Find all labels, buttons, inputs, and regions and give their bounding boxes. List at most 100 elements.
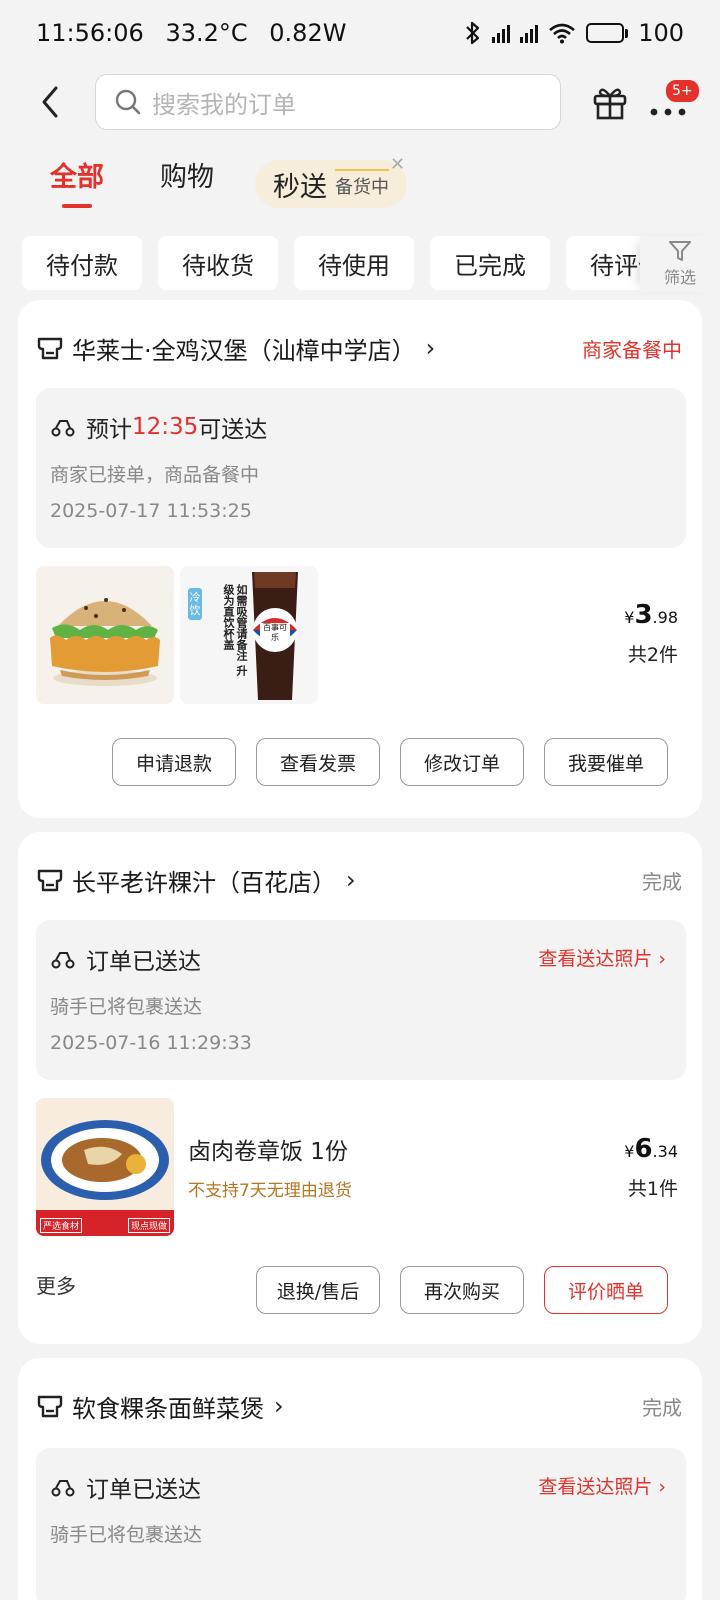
status-power: 0.82W xyxy=(269,19,347,47)
shop-row[interactable]: 长平老许粿汁（百花店） › 完成 xyxy=(36,862,682,898)
delivery-info: 订单已送达 查看送达照片 › 骑手已将包裹送达 2025-07-16 11:29… xyxy=(36,920,686,1080)
cola-image xyxy=(252,572,298,700)
urge-order-button[interactable]: 我要催单 xyxy=(544,738,668,786)
chip-completed[interactable]: 已完成 xyxy=(430,236,550,290)
order-status: 完成 xyxy=(642,869,682,894)
invoice-button[interactable]: 查看发票 xyxy=(256,738,380,786)
delivered-line: 订单已送达 xyxy=(50,942,201,976)
after-sales-button[interactable]: 退换/售后 xyxy=(256,1266,380,1314)
tab-all[interactable]: 全部 xyxy=(50,160,104,208)
order-card: 软食粿条面鲜菜煲 › 完成 订单已送达 查看送达照片 › 骑手已将包裹送达 xyxy=(18,1358,702,1600)
delivered-line: 订单已送达 xyxy=(50,1470,201,1504)
scooter-icon xyxy=(51,420,75,437)
chip-pending-use[interactable]: 待使用 xyxy=(294,236,414,290)
status-time: 11:56:06 xyxy=(36,19,144,47)
order-tabs: 全部 购物 xyxy=(50,160,270,220)
order-desc: 骑手已将包裹送达 xyxy=(50,996,203,1018)
signal-icon xyxy=(492,23,511,43)
eta-suffix: 可送达 xyxy=(198,417,268,443)
status-temperature: 33.2°C xyxy=(165,19,248,47)
flash-tab-sub: 备货中 xyxy=(335,169,389,199)
chevron-right-icon: › xyxy=(425,334,436,362)
order-status: 商家备餐中 xyxy=(582,337,682,362)
item-count: 共2件 xyxy=(627,644,678,666)
price-symbol: ¥ xyxy=(624,1142,635,1161)
search-icon xyxy=(115,89,141,115)
chevron-right-icon: › xyxy=(346,866,356,894)
photo-link-label: 查看送达照片 xyxy=(538,1476,653,1498)
more-link[interactable]: 更多 xyxy=(36,1270,76,1299)
status-left: 11:56:06 33.2°C 0.82W xyxy=(36,19,360,47)
delivery-photo-link[interactable]: 查看送达照片 › xyxy=(538,1472,666,1499)
price-symbol: ¥ xyxy=(624,608,635,627)
shop-row[interactable]: 华莱士·全鸡汉堡（汕樟中学店） › 商家备餐中 xyxy=(36,330,682,366)
chevron-right-icon: › xyxy=(658,1476,666,1498)
review-button[interactable]: 评价晒单 xyxy=(544,1266,668,1314)
product-image-rice[interactable]: 严选食材 现点现做 xyxy=(36,1098,174,1236)
delivery-photo-link[interactable]: 查看送达照片 › xyxy=(538,944,666,971)
shop-row[interactable]: 软食粿条面鲜菜煲 › 完成 xyxy=(36,1388,682,1424)
eta-time: 12:35 xyxy=(132,414,199,440)
order-price: ¥3.98 xyxy=(624,600,678,630)
flash-tab-label: 秒送 xyxy=(273,171,327,203)
store-icon xyxy=(37,869,63,892)
eta-line: 预计 12:35 可送达 xyxy=(50,410,267,444)
product-image-cola[interactable]: 冷饮 如需吸管请备注 升级为直饮杯盖 百事可乐 xyxy=(180,566,318,704)
price-decimal: .98 xyxy=(652,608,678,627)
chevron-right-icon: › xyxy=(658,948,666,970)
notification-badge: 5+ xyxy=(664,78,701,104)
order-desc: 商家已接单，商品备餐中 xyxy=(50,464,260,486)
tab-flash-delivery[interactable]: 秒送 备货中 ✕ xyxy=(255,154,407,208)
modify-order-button[interactable]: 修改订单 xyxy=(400,738,524,786)
chip-pending-payment[interactable]: 待付款 xyxy=(22,236,142,290)
filter-label: 筛选 xyxy=(663,268,696,287)
filter-button[interactable]: 筛选 xyxy=(640,236,720,292)
order-desc: 骑手已将包裹送达 xyxy=(50,1524,203,1546)
burger-image xyxy=(50,598,160,686)
bluetooth-icon xyxy=(466,21,480,45)
status-bar: 11:56:06 33.2°C 0.82W 100 xyxy=(0,0,720,66)
order-card: 华莱士·全鸡汉堡（汕樟中学店） › 商家备餐中 预计 12:35 可送达 商家已… xyxy=(18,300,702,818)
chevron-right-icon: › xyxy=(274,1392,284,1420)
chip-pending-review[interactable]: 待评价 xyxy=(566,236,642,290)
chip-pending-receipt[interactable]: 待收货 xyxy=(158,236,278,290)
store-icon xyxy=(37,1395,63,1418)
order-timestamp: 2025-07-16 11:29:33 xyxy=(50,1032,252,1054)
item-name[interactable]: 卤肉卷章饭 1份 xyxy=(188,1132,348,1166)
wifi-icon xyxy=(549,23,576,44)
order-card: 长平老许粿汁（百花店） › 完成 订单已送达 查看送达照片 › 骑手已将包裹送达… xyxy=(18,832,702,1344)
refund-button[interactable]: 申请退款 xyxy=(112,738,236,786)
price-integer: 6 xyxy=(634,1134,653,1164)
image-tag-left: 严选食材 xyxy=(40,1218,83,1233)
search-placeholder: 搜索我的订单 xyxy=(152,90,296,119)
product-image-burger[interactable] xyxy=(36,566,174,704)
scooter-icon xyxy=(51,952,75,969)
delivered-text: 订单已送达 xyxy=(86,949,201,975)
shop-name[interactable]: 华莱士·全鸡汉堡（汕樟中学店） xyxy=(72,331,416,366)
signal-icon xyxy=(520,23,539,43)
order-status: 完成 xyxy=(642,1395,682,1420)
delivery-info: 预计 12:35 可送达 商家已接单，商品备餐中 2025-07-17 11:5… xyxy=(36,388,686,548)
close-icon[interactable]: ✕ xyxy=(390,154,405,175)
eta-prefix: 预计 xyxy=(86,417,132,443)
search-input[interactable]: 搜索我的订单 xyxy=(95,74,561,130)
order-price: ¥6.34 xyxy=(624,1134,678,1164)
filter-chips: 待付款 待收货 待使用 已完成 待评价 xyxy=(22,236,642,292)
tab-shopping[interactable]: 购物 xyxy=(160,160,214,196)
price-decimal: .34 xyxy=(652,1142,678,1161)
shop-name[interactable]: 软食粿条面鲜菜煲 xyxy=(72,1389,264,1424)
rice-image xyxy=(36,1120,174,1236)
buy-again-button[interactable]: 再次购买 xyxy=(400,1266,524,1314)
item-count: 共1件 xyxy=(627,1178,678,1200)
shop-name[interactable]: 长平老许粿汁（百花店） xyxy=(72,863,336,898)
image-tag-right: 现点现做 xyxy=(127,1218,170,1233)
photo-link-label: 查看送达照片 xyxy=(538,948,653,970)
price-integer: 3 xyxy=(634,600,653,630)
scooter-icon xyxy=(51,1480,75,1497)
battery-level: 100 xyxy=(638,19,684,47)
back-icon[interactable] xyxy=(36,84,66,120)
funnel-icon xyxy=(669,241,691,261)
gift-icon[interactable] xyxy=(590,82,630,122)
store-icon xyxy=(37,337,63,360)
status-right: 100 xyxy=(464,19,684,47)
